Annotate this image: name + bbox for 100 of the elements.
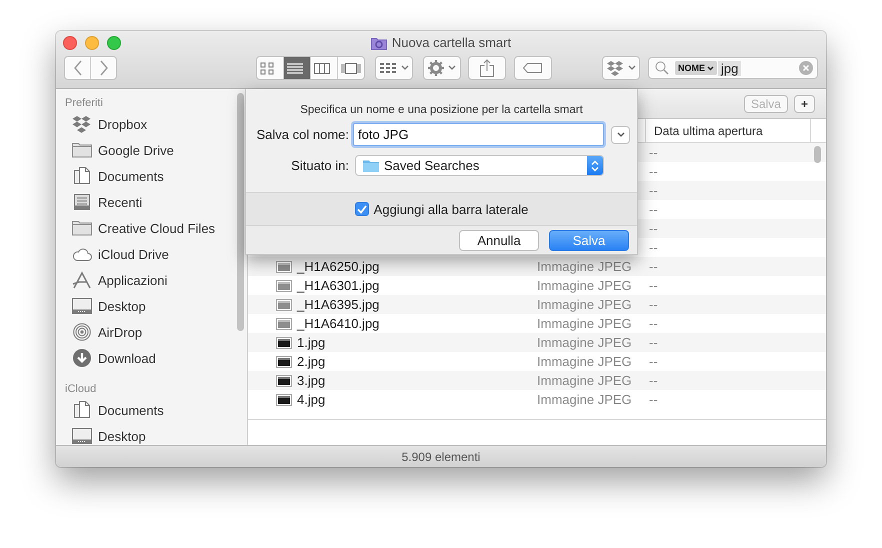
sidebar-item[interactable]: iCloud Drive: [56, 241, 247, 267]
sidebar-item[interactable]: Documents: [56, 397, 247, 423]
add-rule-button[interactable]: +: [794, 94, 815, 112]
caret-icon: [707, 66, 714, 70]
dialog-message: Specifica un nome e una posizione per la cartella smart: [299, 103, 584, 118]
search-token[interactable]: NOME: [675, 61, 717, 75]
checkbox-label[interactable]: Aggiungi alla barra laterale: [374, 202, 528, 216]
desktop-icon: [72, 297, 92, 315]
sidebar-item[interactable]: Dropbox: [56, 111, 247, 137]
minimize-button[interactable]: [85, 36, 99, 50]
sidebar-item[interactable]: Google Drive: [56, 137, 247, 163]
field-label: Situato in:: [290, 158, 349, 173]
last-opened-date: --: [649, 221, 658, 236]
action-button[interactable]: [423, 56, 461, 80]
last-opened-date: --: [649, 354, 658, 369]
section-header: Preferiti: [64, 96, 104, 111]
column-header[interactable]: Data ultima apertura: [645, 119, 811, 142]
documents-icon: [72, 401, 92, 419]
search-term: jpg: [718, 60, 742, 76]
last-opened-date: --: [649, 335, 658, 350]
last-opened-date: --: [649, 373, 658, 388]
scrollbar[interactable]: [814, 146, 821, 163]
apps-icon: [72, 271, 92, 289]
last-opened-date: --: [649, 240, 658, 255]
thumbnail-icon: [276, 356, 292, 368]
last-opened-date: --: [649, 297, 658, 312]
last-opened-date: --: [649, 183, 658, 198]
caret-icon: [401, 65, 409, 71]
sidebar-item[interactable]: AirDrop: [56, 319, 247, 345]
documents-icon: [72, 167, 92, 185]
forward-icon: [98, 60, 108, 76]
dropbox-button[interactable]: [602, 56, 640, 80]
file-name[interactable]: 1.jpg: [297, 335, 326, 350]
location-popup[interactable]: Saved Searches: [355, 155, 604, 176]
grid-icon: [379, 62, 397, 74]
cancel-button[interactable]: Annulla: [459, 230, 539, 250]
sidebar-item[interactable]: Desktop: [56, 423, 247, 445]
share-button[interactable]: [468, 56, 506, 80]
clear-search-button[interactable]: [799, 61, 813, 75]
last-opened-date: --: [649, 164, 658, 179]
folder-icon: [72, 219, 92, 237]
last-opened-date: --: [649, 145, 658, 160]
arrange-button[interactable]: [375, 56, 413, 80]
caret-icon: [448, 65, 456, 71]
folder-icon: [363, 159, 379, 172]
expand-button[interactable]: [611, 126, 630, 144]
thumbnail-icon: [276, 260, 292, 272]
file-name[interactable]: 2.jpg: [297, 354, 326, 369]
diamonds-icon: [606, 60, 624, 76]
thumbnail-icon: [276, 298, 292, 310]
thumbnail-icon: [276, 336, 292, 348]
caret-icon: [628, 65, 636, 71]
clear-icon: [799, 61, 813, 75]
tag-button[interactable]: [514, 56, 552, 80]
sidebar-item[interactable]: Documents: [56, 163, 247, 189]
thumbnail-icon: [276, 280, 292, 292]
last-opened-date: --: [649, 202, 658, 217]
field-label: Salva col nome:: [256, 127, 349, 142]
concentric-rings-icon: [72, 323, 92, 341]
file-name[interactable]: _H1A6395.jpg: [297, 297, 380, 312]
file-name[interactable]: _H1A6301.jpg: [297, 278, 380, 293]
window-title: Nuova cartella smart: [392, 35, 512, 50]
thumbnail-icon: [276, 374, 292, 386]
close-button[interactable]: [63, 36, 77, 50]
last-opened-date: --: [649, 316, 658, 331]
file-kind: Immagine JPEG: [537, 373, 632, 388]
file-name[interactable]: _H1A6250.jpg: [297, 259, 380, 274]
zoom-button[interactable]: [107, 36, 121, 50]
file-kind: Immagine JPEG: [537, 316, 632, 331]
gallery-icon: [341, 62, 361, 74]
sidebar-item[interactable]: Applicazioni: [56, 267, 247, 293]
sidebar-item[interactable]: Recenti: [56, 189, 247, 215]
chevron-icon: [616, 132, 624, 138]
thumbnail-icon: [276, 394, 292, 406]
file-kind: Immagine JPEG: [537, 278, 632, 293]
file-kind: Immagine JPEG: [537, 259, 632, 274]
item-count: 5.909 elementi: [402, 450, 480, 464]
sidebar-item[interactable]: Download: [56, 345, 247, 371]
checkbox[interactable]: [354, 202, 369, 216]
file-name[interactable]: 3.jpg: [297, 373, 326, 388]
share-icon: [480, 59, 494, 77]
search-icon: [655, 61, 669, 75]
sidebar-item[interactable]: Creative Cloud Files: [56, 215, 247, 241]
file-name[interactable]: 4.jpg: [297, 392, 326, 407]
file-name[interactable]: _H1A6410.jpg: [297, 316, 380, 331]
folder-icon: [72, 141, 92, 159]
file-kind: Immagine JPEG: [537, 392, 632, 407]
search-field[interactable]: NOME jpg: [648, 57, 818, 79]
diamonds-icon: [72, 115, 92, 133]
scrollbar[interactable]: [237, 93, 244, 331]
thumbnail-icon: [276, 318, 292, 330]
last-opened-date: --: [649, 392, 658, 407]
name-field[interactable]: foto JPG: [353, 123, 604, 146]
view-mode-button[interactable]: [283, 57, 310, 79]
last-opened-date: --: [649, 278, 658, 293]
file-kind: Immagine JPEG: [537, 297, 632, 312]
sidebar-item[interactable]: Desktop: [56, 293, 247, 319]
last-opened-date: --: [649, 259, 658, 274]
download-icon: [72, 349, 92, 367]
back-icon: [72, 60, 82, 76]
